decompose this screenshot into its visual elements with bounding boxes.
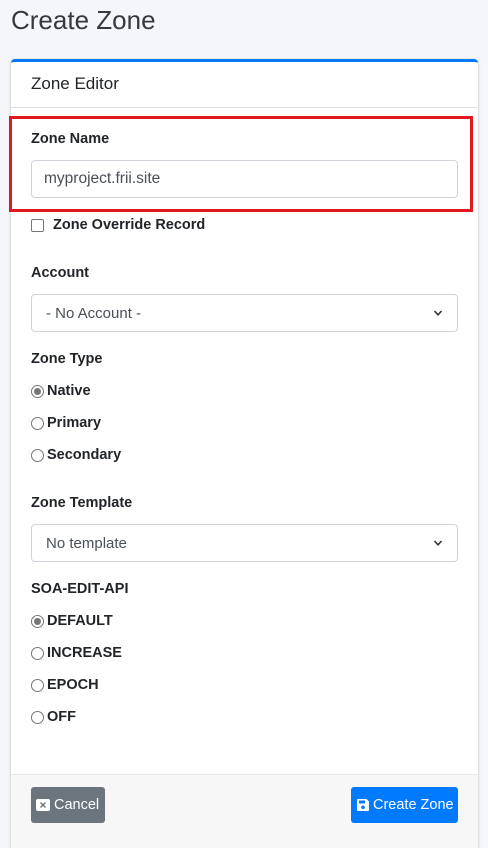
- zone-type-option-label: Primary: [47, 415, 102, 431]
- card-header: Zone Editor: [11, 62, 478, 108]
- zone-template-label: Zone Template: [31, 495, 133, 511]
- soa-option-label: DEFAULT: [47, 613, 113, 629]
- soa-option-label: EPOCH: [47, 677, 99, 693]
- zone-type-label: Zone Type: [31, 351, 103, 367]
- soa-edit-api-label: SOA-EDIT-API: [31, 581, 129, 597]
- account-label: Account: [31, 265, 89, 281]
- account-select-value: - No Account -: [46, 304, 142, 322]
- card-title: Zone Editor: [31, 74, 119, 93]
- zone-name-value: myproject.frii.site: [44, 170, 161, 187]
- zone-template-select[interactable]: No template: [31, 524, 458, 562]
- radio-button[interactable]: [31, 416, 44, 430]
- account-select[interactable]: - No Account -: [31, 294, 458, 332]
- create-zone-button-label: Create Zone: [373, 797, 454, 813]
- radio-button[interactable]: [31, 678, 44, 692]
- soa-option-epoch[interactable]: EPOCH: [31, 677, 99, 693]
- zone-type-option-label: Secondary: [47, 447, 122, 463]
- zone-type-option-native[interactable]: Native: [31, 383, 91, 399]
- soa-option-label: OFF: [47, 709, 76, 725]
- radio-button[interactable]: [31, 710, 44, 724]
- soa-option-default[interactable]: DEFAULT: [31, 613, 113, 629]
- zone-type-option-secondary[interactable]: Secondary: [31, 447, 121, 463]
- zone-name-label: Zone Name: [31, 131, 110, 147]
- close-square-icon: [35, 798, 51, 812]
- soa-option-off[interactable]: OFF: [31, 709, 76, 725]
- radio-button[interactable]: [31, 384, 44, 398]
- card-footer: Cancel Create Zone: [11, 774, 478, 848]
- soa-option-label: INCREASE: [47, 645, 122, 661]
- zone-template-select-value: No template: [46, 534, 127, 552]
- radio-button[interactable]: [31, 614, 44, 628]
- zone-override-checkbox[interactable]: [31, 219, 44, 232]
- radio-button[interactable]: [31, 646, 44, 660]
- soa-option-increase[interactable]: INCREASE: [31, 645, 122, 661]
- chevron-down-icon: [433, 535, 443, 552]
- radio-button[interactable]: [31, 448, 44, 462]
- save-icon: [356, 798, 370, 812]
- zone-type-option-primary[interactable]: Primary: [31, 415, 101, 431]
- cancel-button-label: Cancel: [54, 797, 100, 813]
- chevron-down-icon: [433, 305, 443, 322]
- cancel-button[interactable]: Cancel: [31, 787, 105, 823]
- zone-override-label: Zone Override Record: [53, 217, 206, 233]
- zone-name-input[interactable]: myproject.frii.site: [31, 160, 458, 198]
- zone-type-option-label: Native: [47, 383, 91, 399]
- create-zone-button[interactable]: Create Zone: [351, 787, 458, 823]
- page-title: Create Zone: [11, 5, 156, 35]
